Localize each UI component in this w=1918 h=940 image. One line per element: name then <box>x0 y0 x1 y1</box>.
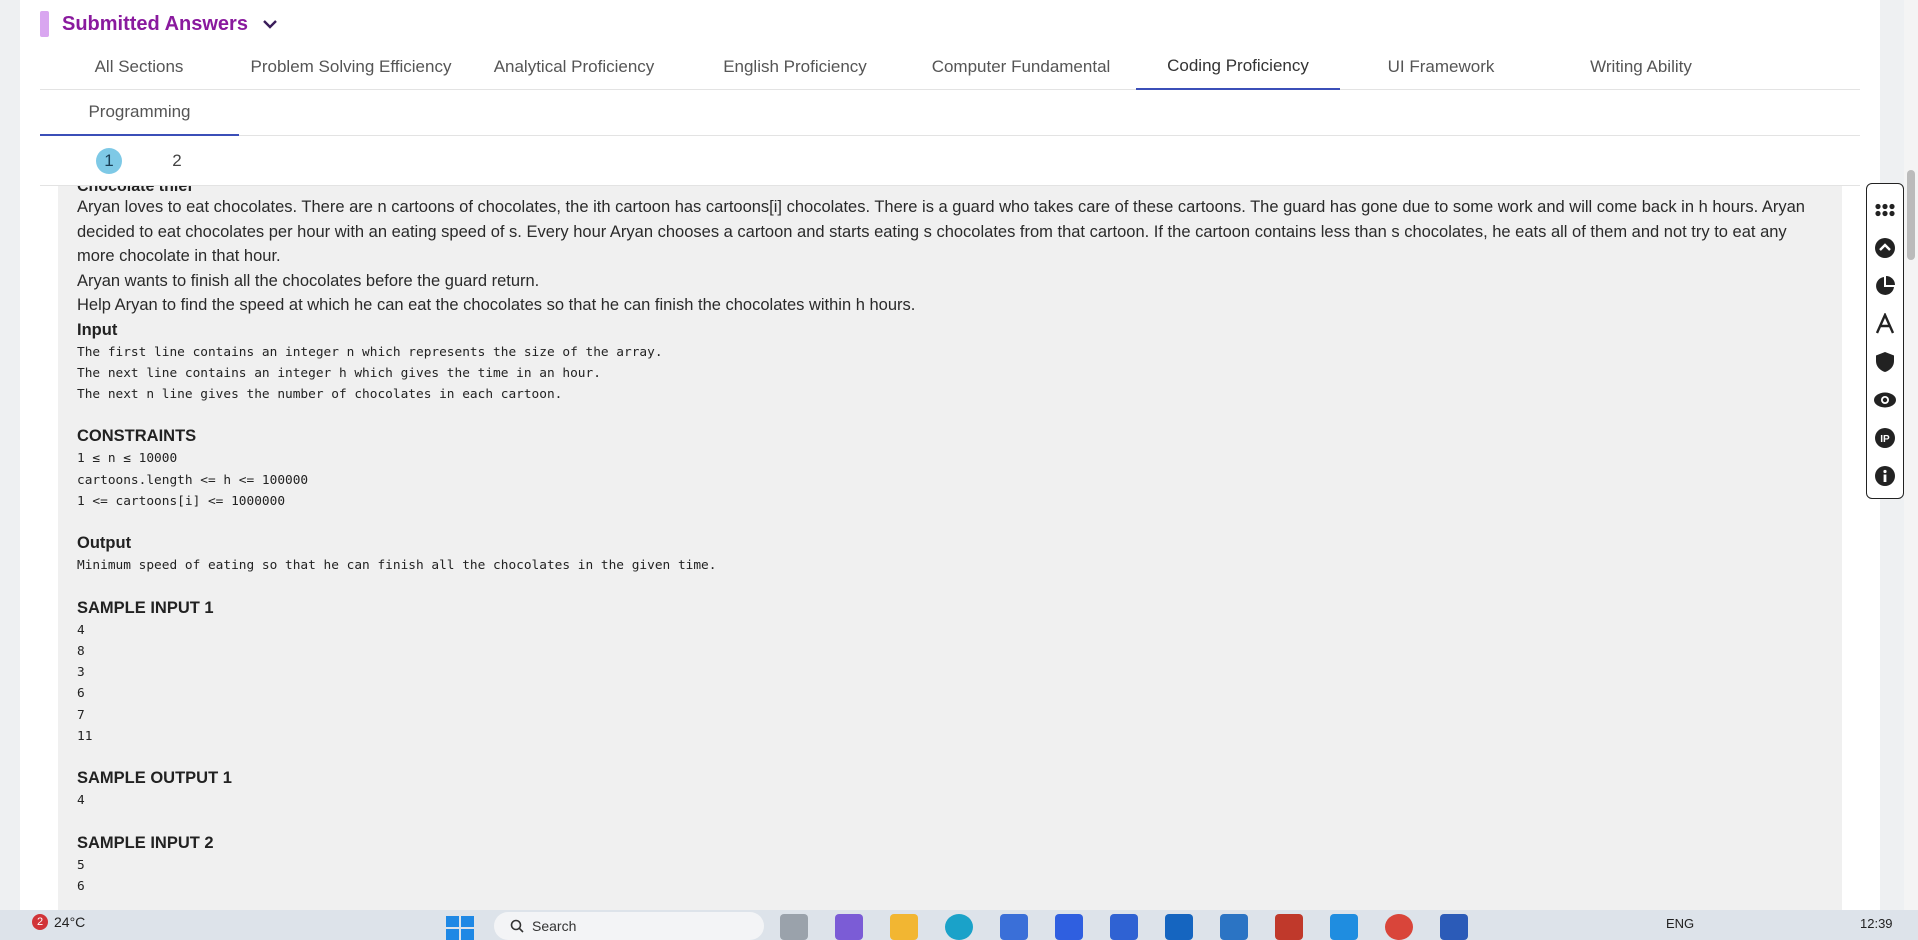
tab-problem-solving-efficiency[interactable]: Problem Solving Efficiency <box>238 44 464 90</box>
section-tabs: All Sections Problem Solving Efficiency … <box>40 44 1860 136</box>
page-scrollbar[interactable] <box>1904 0 1918 910</box>
sample-output-1-line: 4 <box>77 793 85 809</box>
chevron-down-icon[interactable] <box>260 14 280 34</box>
windows-start-icon[interactable] <box>446 916 474 940</box>
input-line: The next n line gives the number of choc… <box>77 387 563 403</box>
word-icon[interactable] <box>1440 914 1468 940</box>
page-title: Submitted Answers <box>62 12 248 35</box>
app-icon[interactable] <box>1165 914 1193 940</box>
chrome-icon[interactable] <box>1275 914 1303 940</box>
shield-icon[interactable] <box>1873 350 1897 374</box>
tab-ui-framework[interactable]: UI Framework <box>1340 44 1542 90</box>
section-header: Submitted Answers <box>40 10 280 38</box>
sample-input-2-line: 5 <box>77 857 85 873</box>
question-paragraph-1: Aryan loves to eat chocolates. There are… <box>77 198 1805 265</box>
grid-menu-icon[interactable] <box>1873 198 1897 222</box>
tab-programming[interactable]: Programming <box>40 90 239 136</box>
notification-badge: 2 <box>32 914 48 930</box>
chrome-icon[interactable] <box>1385 914 1413 940</box>
sample-input-2-line: 6 <box>77 878 85 894</box>
constraint-line: 1 <= cartoons[i] <= 1000000 <box>77 493 286 509</box>
weather-temperature: 24°C <box>54 914 86 930</box>
edge-browser-icon[interactable] <box>945 914 973 940</box>
question-title: Chocolate thief <box>77 186 193 195</box>
input-line: The next line contains an integer h whic… <box>77 365 601 381</box>
input-heading: Input <box>77 320 118 339</box>
eye-icon[interactable] <box>1873 388 1897 412</box>
app-icon[interactable] <box>835 914 863 940</box>
page-number-2[interactable]: 2 <box>164 148 190 174</box>
tab-row-2: Programming <box>40 90 1860 136</box>
app-icon[interactable] <box>1000 914 1028 940</box>
vscode-icon[interactable] <box>1330 914 1358 940</box>
os-taskbar: 2 24°C Search ENG 12:39 <box>0 910 1918 940</box>
app-icon[interactable] <box>1055 914 1083 940</box>
sample-input-1-line: 7 <box>77 707 85 723</box>
app-icon[interactable] <box>780 914 808 940</box>
tab-analytical-proficiency[interactable]: Analytical Proficiency <box>464 44 684 90</box>
weather-widget[interactable]: 2 24°C <box>32 914 85 930</box>
question-paragraph-3: Help Aryan to find the speed at which he… <box>77 296 916 314</box>
question-content: Chocolate thief Aryan loves to eat choco… <box>58 186 1842 910</box>
tab-writing-ability[interactable]: Writing Ability <box>1542 44 1740 90</box>
info-icon[interactable] <box>1873 464 1897 488</box>
constraint-line: cartoons.length <= h <= 100000 <box>77 472 309 488</box>
app-icon[interactable] <box>1220 914 1248 940</box>
input-line: The first line contains an integer n whi… <box>77 344 663 360</box>
output-heading: Output <box>77 534 132 553</box>
sample-input-2-heading: SAMPLE INPUT 2 <box>77 833 214 852</box>
search-placeholder: Search <box>532 918 577 934</box>
sample-input-1-heading: SAMPLE INPUT 1 <box>77 598 214 617</box>
tab-english-proficiency[interactable]: English Proficiency <box>684 44 906 90</box>
question-pager: 1 2 <box>40 136 1860 186</box>
tab-coding-proficiency[interactable]: Coding Proficiency <box>1136 44 1340 90</box>
sample-output-1-heading: SAMPLE OUTPUT 1 <box>77 769 232 788</box>
constraints-heading: CONSTRAINTS <box>77 427 197 446</box>
font-icon[interactable] <box>1873 312 1897 336</box>
sample-input-1-line: 4 <box>77 622 85 638</box>
sample-input-1-line: 8 <box>77 643 85 659</box>
scrollbar-thumb[interactable] <box>1907 170 1915 260</box>
tab-all-sections[interactable]: All Sections <box>40 44 238 90</box>
taskbar-apps <box>780 914 1495 940</box>
pie-chart-icon[interactable] <box>1873 274 1897 298</box>
header-accent-bar <box>40 11 49 37</box>
tab-computer-fundamental[interactable]: Computer Fundamental <box>906 44 1136 90</box>
app-icon[interactable] <box>1110 914 1138 940</box>
ip-address-icon[interactable]: IP <box>1873 426 1897 450</box>
output-line: Minimum speed of eating so that he can f… <box>77 558 717 574</box>
tool-sidebar: IP <box>1866 183 1904 499</box>
language-indicator[interactable]: ENG <box>1666 916 1694 931</box>
svg-text:IP: IP <box>1880 434 1890 445</box>
scroll-up-icon[interactable] <box>1873 236 1897 260</box>
taskbar-search[interactable]: Search <box>494 912 764 940</box>
question-paragraph-2: Aryan wants to finish all the chocolates… <box>77 271 540 290</box>
constraint-line: 1 ≤ n ≤ 10000 <box>77 451 178 467</box>
taskbar-clock[interactable]: 12:39 <box>1860 916 1893 931</box>
tab-row-1: All Sections Problem Solving Efficiency … <box>40 44 1860 90</box>
folder-icon[interactable] <box>890 914 918 940</box>
page-container: Submitted Answers All Sections Problem S… <box>20 0 1880 910</box>
sample-input-1-line: 11 <box>77 729 93 745</box>
search-icon <box>510 919 524 933</box>
sample-input-1-line: 3 <box>77 665 85 681</box>
sample-input-1-line: 6 <box>77 686 85 702</box>
page-number-1[interactable]: 1 <box>96 147 122 174</box>
